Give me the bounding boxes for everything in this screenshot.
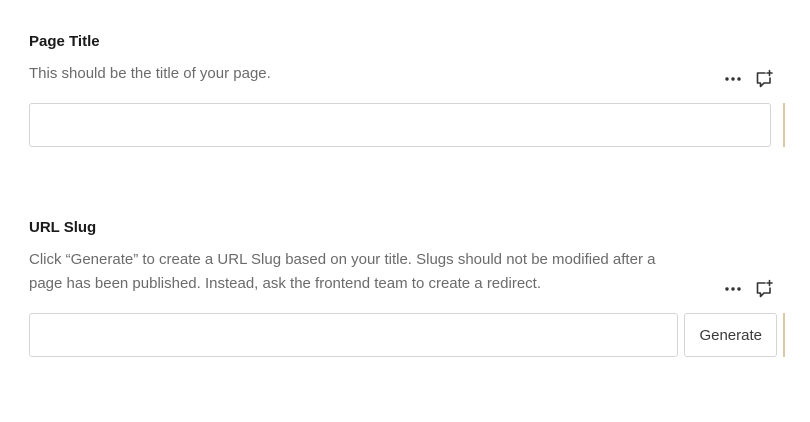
url-slug-desc-row: Click “Generate” to create a URL Slug ba… [29, 248, 785, 298]
more-horizontal-icon[interactable] [723, 69, 743, 89]
url-slug-input-row: Generate [29, 313, 785, 357]
more-horizontal-icon[interactable] [723, 279, 743, 299]
url-slug-description: Click “Generate” to create a URL Slug ba… [29, 251, 656, 292]
url-slug-actions [723, 278, 775, 300]
url-slug-edge-bar [783, 313, 785, 357]
url-slug-input[interactable] [29, 313, 679, 357]
page: Page Title This should be the title of y… [0, 0, 810, 422]
url-slug-label: URL Slug [29, 219, 97, 236]
page-title-edge-bar [783, 103, 785, 147]
page-title-desc-row: This should be the title of your page. [29, 62, 785, 88]
page-title-description: This should be the title of your page. [29, 65, 271, 82]
generate-button[interactable]: Generate [684, 313, 777, 357]
page-title-label: Page Title [29, 33, 100, 50]
comment-add-icon[interactable] [753, 278, 775, 300]
page-title-actions [723, 68, 775, 90]
url-slug-field: URL Slug Click “Generate” to create a UR… [29, 219, 785, 357]
page-title-input-row [29, 103, 785, 147]
page-title-input[interactable] [29, 103, 771, 147]
comment-add-icon[interactable] [753, 68, 775, 90]
page-title-field: Page Title This should be the title of y… [29, 33, 785, 147]
